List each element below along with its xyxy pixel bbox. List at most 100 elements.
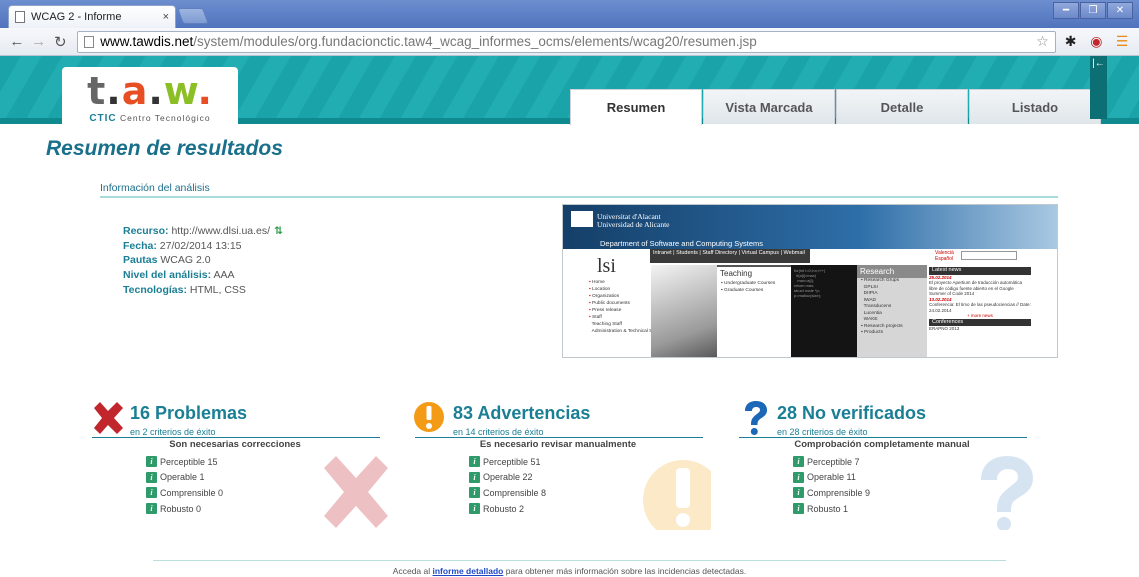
browser-tabstrip: WCAG 2 - Informe × ━ ❐ ✕ [0,0,1139,28]
list-item: i Comprensible 9 [793,485,870,501]
star-icon[interactable]: ☆ [1036,33,1049,50]
problems-count: 16 Problemas [130,403,248,423]
refresh-icon[interactable]: ⇅ [274,225,283,237]
nivel-value: AAA [213,269,235,282]
back-arrow-icon[interactable]: ← [6,33,28,50]
detailed-report-link[interactable]: informe detallado [433,566,504,576]
analysis-info: Recurso: http://www.dlsi.ua.es/⇅ Fecha: … [123,224,283,298]
result-unverified: 28 No verificados en 28 criterios de éxi… [737,398,1035,530]
thumb-menu: Intranet | Students | Staff Directory | … [650,249,810,263]
list-item: i Perceptible 15 [146,454,223,470]
browser-toolbar: ← → ↻ www.tawdis.net/system/modules/org.… [0,28,1139,56]
list-item: i Perceptible 7 [793,454,870,470]
warning-watermark-icon [643,460,711,530]
info-icon: i [146,456,157,468]
info-icon: i [793,456,804,468]
thumb-department: Department of Software and Computing Sys… [600,239,763,248]
thumb-languages: Valencià Español [935,250,954,262]
page-icon [15,11,25,23]
list-item: i Operable 1 [146,470,223,486]
menu-icon[interactable]: ☰ [1111,33,1133,50]
report-tabs: Resumen Vista Marcada Detalle Listado [570,89,1102,125]
tab-close-icon[interactable]: × [163,11,169,23]
info-icon: i [469,487,480,499]
result-warnings: 83 Advertencias en 14 criterios de éxito… [413,398,711,530]
list-item: i Comprensible 0 [146,485,223,501]
recurso-label: Recurso: [123,225,169,237]
section-title: Información del análisis [100,182,1058,198]
tecnologias-value: HTML, CSS [189,283,246,296]
address-bar[interactable]: www.tawdis.net/system/modules/org.fundac… [77,30,1056,53]
page-title: Resumen de resultados [46,137,283,160]
new-tab-button[interactable] [177,8,209,24]
page-icon [84,35,95,48]
info-icon: i [793,487,804,499]
thumb-research: Research ▪ Research Grups GPLSI DIIPIA I… [857,265,927,357]
university-logo-icon [571,211,593,227]
info-icon: i [469,503,480,515]
extension-icon[interactable]: ◉ [1085,33,1107,50]
footer-note: Acceda al informe detallado para obtener… [392,566,747,576]
fecha-label: Fecha: [123,239,157,252]
url-path: /system/modules/org.fundacionctic.taw4_w… [193,34,757,49]
info-icon: i [469,456,480,468]
problems-list: i Perceptible 15 i Operable 1 i Comprensibl… [146,454,223,516]
list-item: i Comprensible 8 [469,485,546,501]
minimize-icon[interactable]: ━ [1053,2,1079,19]
list-item: i Operable 22 [469,470,546,486]
list-item: i Robusto 0 [146,501,223,517]
warnings-list: i Perceptible 51 i Operable 22 i Comprensib… [469,454,546,516]
tab-resumen[interactable]: Resumen [570,89,702,125]
nivel-label: Nivel del análisis: [123,269,212,282]
thumb-teaching: Teaching ▪ Undergraduate Courses ▪ Gradu… [717,265,791,357]
red-x-icon [94,402,123,434]
problems-heading: Son necesarias correcciones [169,439,301,450]
thumb-header: Universitat d'Alacant Universidad de Alic… [563,205,1057,249]
url-host: www.tawdis.net [100,34,194,49]
tab-listado[interactable]: Listado [969,89,1101,124]
tab-detalle[interactable]: Detalle [836,89,968,124]
recurso-value: http://www.dlsi.ua.es/ [171,225,271,237]
tab-vista-marcada[interactable]: Vista Marcada [703,89,835,124]
problems-divider [92,437,380,438]
fecha-value: 27/02/2014 13:15 [159,239,242,252]
list-item: i Perceptible 51 [469,454,546,470]
unverified-criteria: en 28 criterios de éxito [777,427,868,437]
reload-icon[interactable]: ↻ [49,33,71,51]
thumb-lsi-logo: lsi [597,255,616,277]
list-item: i Robusto 2 [469,501,546,517]
info-icon: i [146,471,157,483]
info-icon: i [146,503,157,515]
info-icon: i [146,487,157,499]
warnings-divider [415,437,703,438]
thumb-news: Latest news 25.02.2014 El proyecto Apert… [929,267,1031,331]
unverified-count: 28 No verificados [777,403,927,423]
red-x-watermark-icon [324,456,388,528]
question-mark-icon [745,401,767,435]
logo-mark: t.a.w. [87,69,213,113]
collapse-panel-icon[interactable]: |← [1090,56,1107,119]
warnings-heading: Es necesario revisar manualmente [479,439,637,450]
gear-icon[interactable]: ✱ [1060,33,1082,50]
restore-icon[interactable]: ❐ [1080,2,1106,19]
unverified-divider [739,437,1027,438]
taw-logo[interactable]: t.a.w. CTIC Centro Tecnológico [62,67,238,129]
thumb-search-box [961,251,1017,260]
thumb-code-photo: for(int i=0;i<n;i++) if(a[i]>max) max=a[… [791,265,857,357]
result-problems: 16 Problemas en 2 criterios de éxito Son… [90,398,388,530]
thumb-university: Universitat d'Alacant Universidad de Alic… [597,212,670,229]
tab-title: WCAG 2 - Informe [31,11,122,23]
browser-tab[interactable]: WCAG 2 - Informe × [8,5,176,28]
forward-arrow-icon[interactable]: → [28,33,50,50]
warnings-count: 83 Advertencias [453,403,591,423]
site-screenshot: Universitat d'Alacant Universidad de Alic… [562,204,1058,358]
warning-icon [414,402,444,432]
list-item: i Operable 11 [793,470,870,486]
pautas-label: Pautas [123,254,158,267]
pautas-value: WCAG 2.0 [160,254,211,267]
close-window-icon[interactable]: ✕ [1107,2,1133,19]
unverified-heading: Comprobación completamente manual [794,439,970,450]
logo-subtitle: CTIC Centro Tecnológico [89,113,211,124]
question-watermark-icon [981,456,1033,530]
thumb-keyboard-photo [651,265,717,357]
